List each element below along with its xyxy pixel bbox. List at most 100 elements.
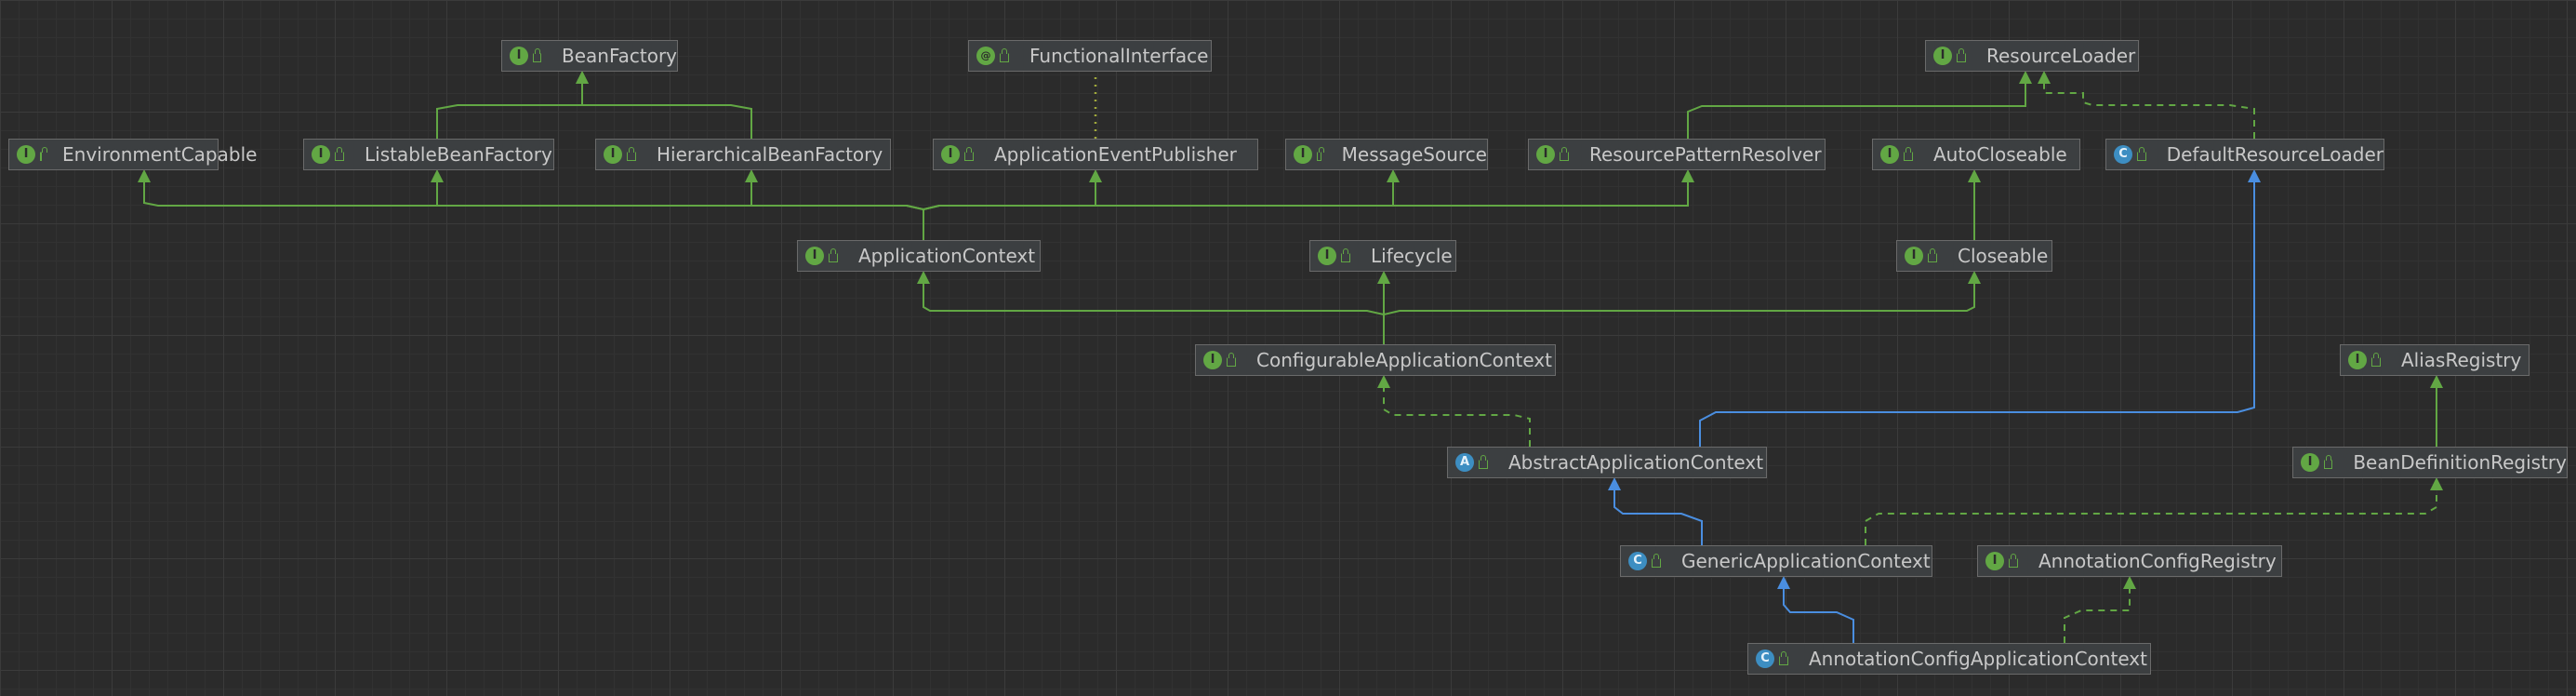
visibility-icon — [829, 248, 838, 262]
interface-icon: I — [1294, 145, 1312, 164]
node-defaultresourceloader[interactable]: C DefaultResourceLoader — [2105, 139, 2384, 170]
node-label: ListableBeanFactory — [365, 143, 552, 166]
node-label: HierarchicalBeanFactory — [657, 143, 883, 166]
class-icon: C — [2114, 145, 2132, 164]
node-label: AliasRegistry — [2401, 349, 2522, 371]
edge-annotationconfigapplicationcontext-to-annotationconfigregistry — [2064, 587, 2131, 643]
edge-configurableapplicationcontext-to-applicationcontext — [923, 282, 1385, 344]
node-environmentcapable[interactable]: I EnvironmentCapable — [8, 139, 257, 170]
edge-applicationcontext-to-messagesource — [923, 181, 1394, 240]
visibility-icon — [2009, 554, 2018, 568]
node-genericapplicationcontext[interactable]: C GenericApplicationContext — [1620, 545, 1932, 577]
edge-arrowhead — [1387, 169, 1400, 182]
node-autocloseable[interactable]: I AutoCloseable — [1872, 139, 2080, 170]
edge-genericapplicationcontext-to-beandefinitionregistry — [1865, 489, 2437, 545]
interface-icon: I — [1318, 247, 1336, 265]
node-abstractapplicationcontext[interactable]: A AbstractApplicationContext — [1447, 447, 1767, 478]
interface-icon: I — [312, 145, 330, 164]
interface-icon: I — [1933, 47, 1952, 65]
edge-arrowhead — [2019, 71, 2032, 84]
edge-hierarchicalbeanfactory-to-beanfactory — [581, 82, 752, 139]
node-label: GenericApplicationContext — [1681, 550, 1931, 572]
edge-arrowhead — [2430, 477, 2443, 490]
edge-arrowhead — [1377, 375, 1390, 388]
node-label: DefaultResourceLoader — [2166, 143, 2383, 166]
node-label: ResourceLoader — [1986, 45, 2136, 67]
edge-abstractapplicationcontext-to-configurableapplicationcontext — [1383, 386, 1531, 447]
edge-applicationcontext-to-applicationeventpublisher — [923, 181, 1096, 240]
edge-arrowhead — [431, 169, 444, 182]
visibility-icon — [2137, 147, 2146, 161]
visibility-icon — [1560, 147, 1569, 161]
node-closeable[interactable]: I Closeable — [1896, 240, 2052, 272]
node-label: AnnotationConfigRegistry — [2038, 550, 2277, 572]
edge-arrowhead — [745, 169, 758, 182]
node-label: ConfigurableApplicationContext — [1256, 349, 1552, 371]
interface-icon: I — [510, 47, 528, 65]
interface-icon: I — [1880, 145, 1899, 164]
node-messagesource[interactable]: I MessageSource — [1285, 139, 1488, 170]
visibility-icon — [1479, 455, 1488, 469]
edge-genericapplicationcontext-to-abstractapplicationcontext — [1613, 489, 1703, 545]
visibility-icon — [533, 48, 541, 62]
interface-icon: I — [805, 247, 824, 265]
visibility-icon — [2371, 353, 2381, 367]
visibility-icon — [1957, 48, 1966, 62]
visibility-icon — [1000, 48, 1009, 62]
node-applicationeventpublisher[interactable]: I ApplicationEventPublisher — [933, 139, 1258, 170]
node-applicationcontext[interactable]: I ApplicationContext — [797, 240, 1041, 272]
edge-abstractapplicationcontext-to-defaultresourceloader — [1699, 181, 2255, 447]
node-beandefinitionregistry[interactable]: I BeanDefinitionRegistry — [2292, 447, 2568, 478]
interface-icon: I — [1536, 145, 1555, 164]
visibility-icon — [1227, 353, 1236, 367]
visibility-icon — [1779, 651, 1788, 665]
node-beanfactory[interactable]: I BeanFactory — [501, 40, 678, 72]
edge-arrowhead — [138, 169, 151, 182]
uml-diagram-canvas: I BeanFactory @ FunctionalInterface I Re… — [0, 0, 2576, 696]
edge-arrowhead — [2038, 71, 2051, 84]
node-annotationconfigregistry[interactable]: I AnnotationConfigRegistry — [1977, 545, 2282, 577]
interface-icon: I — [2348, 351, 2367, 369]
node-label: BeanFactory — [561, 45, 677, 67]
node-resourceloader[interactable]: I ResourceLoader — [1925, 40, 2139, 72]
edge-applicationcontext-to-listablebeanfactory — [436, 181, 924, 240]
node-label: AnnotationConfigApplicationContext — [1809, 648, 2147, 670]
visibility-icon — [964, 147, 974, 161]
node-label: AutoCloseable — [1933, 143, 2067, 166]
node-resourcepatternresolver[interactable]: I ResourcePatternResolver — [1528, 139, 1826, 170]
interface-icon: I — [1203, 351, 1222, 369]
visibility-icon — [2324, 455, 2333, 469]
node-label: EnvironmentCapable — [62, 143, 258, 166]
node-lifecycle[interactable]: I Lifecycle — [1309, 240, 1456, 272]
edge-resourcepatternresolver-to-resourceloader — [1687, 82, 2026, 139]
interface-icon: I — [941, 145, 960, 164]
visibility-icon — [1928, 248, 1937, 262]
annotation-icon: @ — [976, 47, 995, 65]
edge-arrowhead — [1608, 477, 1621, 490]
edge-listablebeanfactory-to-beanfactory — [436, 82, 583, 139]
interface-icon: I — [1985, 552, 2004, 570]
edge-arrowhead — [2430, 375, 2443, 388]
edge-applicationcontext-to-environmentcapable — [143, 181, 924, 240]
interface-icon: I — [2301, 453, 2319, 472]
visibility-icon — [1317, 147, 1324, 161]
node-aliasregistry[interactable]: I AliasRegistry — [2340, 344, 2530, 376]
class-icon: C — [1628, 552, 1647, 570]
edge-arrowhead — [2248, 169, 2261, 182]
class-icon: C — [1756, 649, 1774, 668]
node-listablebeanfactory[interactable]: I ListableBeanFactory — [303, 139, 554, 170]
visibility-icon — [1341, 248, 1350, 262]
node-hierarchicalbeanfactory[interactable]: I HierarchicalBeanFactory — [595, 139, 891, 170]
node-label: ApplicationEventPublisher — [994, 143, 1237, 166]
node-label: AbstractApplicationContext — [1508, 451, 1764, 474]
node-label: MessageSource — [1341, 143, 1487, 166]
edge-defaultresourceloader-to-resourceloader — [2043, 82, 2255, 139]
visibility-icon — [335, 147, 344, 161]
node-annotationconfigapplicationcontext[interactable]: C AnnotationConfigApplicationContext — [1747, 643, 2151, 675]
node-configurableapplicationcontext[interactable]: I ConfigurableApplicationContext — [1195, 344, 1556, 376]
edge-arrowhead — [1089, 169, 1102, 182]
edge-arrowhead — [1968, 271, 1981, 284]
node-functionalinterface[interactable]: @ FunctionalInterface — [968, 40, 1212, 72]
node-label: ResourcePatternResolver — [1589, 143, 1822, 166]
visibility-icon — [627, 147, 636, 161]
